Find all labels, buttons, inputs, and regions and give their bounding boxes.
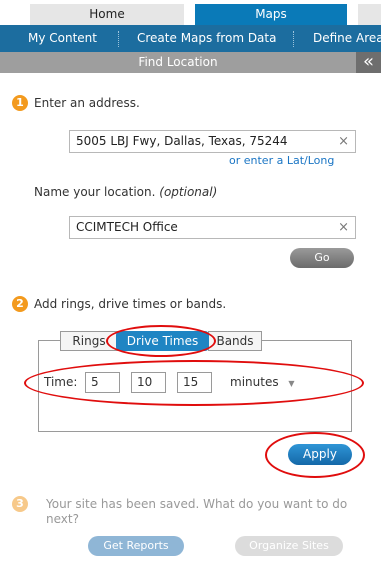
tab-rings[interactable]: Rings [60,331,118,351]
collapse-panel-icon[interactable]: « [356,52,381,73]
tab-overflow[interactable] [358,4,381,25]
step-1-badge: 1 [12,95,28,111]
tab-drive-times-label: Drive Times [126,334,199,348]
tab-bands[interactable]: Bands [208,331,262,351]
address-value: 5005 LBJ Fwy, Dallas, Texas, 75244 [76,134,288,148]
latlong-link[interactable]: or enter a Lat/Long [229,154,334,167]
step-3-label: Your site has been saved. What do you wa… [46,497,348,526]
top-nav: Home Maps [0,0,381,25]
dropdown-arrow-icon: ▼ [288,379,295,388]
time-input-3[interactable]: 15 [177,372,212,393]
location-name-input[interactable]: CCIMTECH Office × [69,216,356,239]
address-input[interactable]: 5005 LBJ Fwy, Dallas, Texas, 75244 × [69,130,356,153]
unit-select[interactable]: minutes ▼ [230,375,295,389]
sub-nav: My Content Create Maps from Data Define … [0,25,381,52]
location-name-value: CCIMTECH Office [76,220,178,234]
nav-define-area[interactable]: Define Area [313,25,381,52]
unit-select-value: minutes [230,375,279,389]
apply-button[interactable]: Apply [288,444,352,465]
location-name-text: Name your location. [34,185,156,199]
tab-maps[interactable]: Maps [195,4,347,25]
time-input-1[interactable]: 5 [85,372,120,393]
step-2-badge: 2 [12,296,28,312]
organize-sites-button[interactable]: Organize Sites [235,536,343,556]
tab-rings-label: Rings [72,334,106,348]
step-1-label: Enter an address. [34,96,140,110]
time-input-2[interactable]: 10 [131,372,166,393]
tab-home[interactable]: Home [30,4,184,25]
tab-drive-times[interactable]: Drive Times [116,331,209,351]
clear-name-icon[interactable]: × [338,217,349,238]
nav-create-maps[interactable]: Create Maps from Data [137,25,276,52]
get-reports-button[interactable]: Get Reports [88,536,184,556]
optional-text: (optional) [159,185,218,199]
nav-divider [118,31,119,47]
clear-address-icon[interactable]: × [338,131,349,152]
tab-bands-label: Bands [216,334,254,348]
step-3-badge: 3 [12,496,28,512]
location-name-label: Name your location. (optional) [34,185,217,199]
go-button[interactable]: Go [290,248,354,268]
nav-divider [293,31,294,47]
time-label: Time: [44,375,78,389]
panel-title-bar: Find Location « [0,52,381,73]
panel-title: Find Location [138,55,218,69]
nav-my-content[interactable]: My Content [28,25,97,52]
step-2-label: Add rings, drive times or bands. [34,297,227,311]
